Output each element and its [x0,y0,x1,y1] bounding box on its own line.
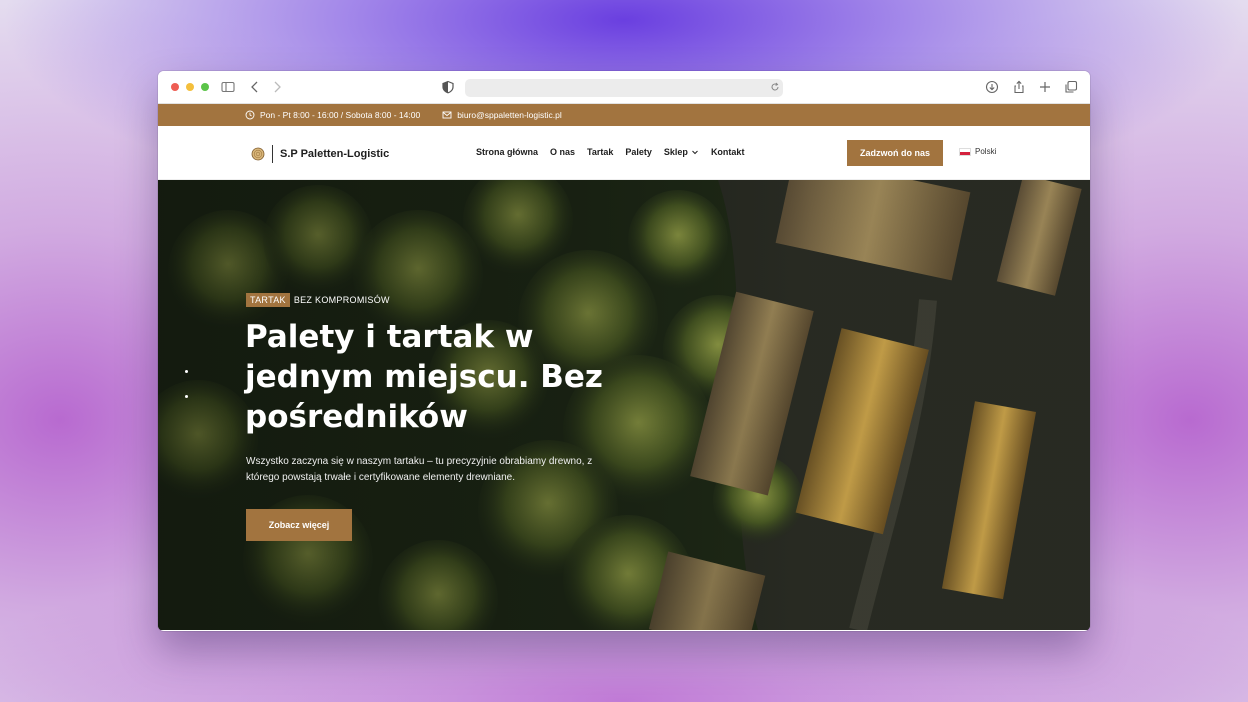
slider-dot[interactable] [185,395,188,398]
sidebar-icon[interactable] [221,80,235,94]
zoom-window-button[interactable] [201,83,209,91]
contact-email-text[interactable]: biuro@sppaletten-logistic.pl [457,110,562,120]
see-more-button[interactable]: Zobacz więcej [246,509,352,541]
nav-pallets[interactable]: Palety [625,147,652,157]
new-tab-icon[interactable] [1038,80,1052,94]
opening-hours: Pon - Pt 8:00 - 16:00 / Sobota 8:00 - 14… [245,110,420,120]
hero-eyebrow-text: BEZ KOMPROMISÓW [293,295,390,305]
hero-headline: Palety i tartak w jednym miejscu. Bez po… [245,319,603,435]
clock-icon [245,110,255,120]
site-logo[interactable]: S.P Paletten-Logistic [251,145,389,163]
nav-sawmill[interactable]: Tartak [587,147,613,157]
log-emblem-icon [251,147,265,161]
logo-divider [272,145,273,163]
hero-section: TARTAK BEZ KOMPROMISÓW Palety i tartak w… [158,180,1090,630]
brand-name: S.P Paletten-Logistic [280,148,390,160]
main-navigation: Strona główna O nas Tartak Palety Sklep … [476,147,744,157]
share-icon[interactable] [1012,80,1026,94]
hero-lead: Wszystko zaczyna się w naszym tartaku – … [246,456,593,483]
contact-email[interactable]: biuro@sppaletten-logistic.pl [442,110,562,120]
nav-shop[interactable]: Sklep [664,147,699,157]
opening-hours-text: Pon - Pt 8:00 - 16:00 / Sobota 8:00 - 14… [260,110,421,120]
reload-icon[interactable] [770,82,780,92]
download-icon[interactable] [985,80,999,94]
browser-window: Pon - Pt 8:00 - 16:00 / Sobota 8:00 - 14… [158,71,1090,631]
call-us-button[interactable]: Zadzwoń do nas [847,140,943,166]
chevron-down-icon [692,150,698,155]
close-window-button[interactable] [171,83,179,91]
back-icon[interactable] [248,80,262,94]
contact-topbar: Pon - Pt 8:00 - 16:00 / Sobota 8:00 - 14… [158,104,1090,126]
slider-dots [185,370,188,398]
nav-home[interactable]: Strona główna [476,147,538,157]
nav-contact[interactable]: Kontakt [711,147,745,157]
mail-icon [442,111,452,119]
window-controls [171,83,209,91]
tabs-overview-icon[interactable] [1064,80,1078,94]
minimize-window-button[interactable] [186,83,194,91]
language-switcher[interactable]: Polski [959,147,996,156]
language-label: Polski [975,147,997,156]
poland-flag-icon [959,147,971,156]
site-header: S.P Paletten-Logistic Strona główna O na… [158,126,1090,180]
nav-shop-label: Sklep [663,147,688,157]
hero-eyebrow: TARTAK BEZ KOMPROMISÓW [246,293,390,307]
browser-toolbar [158,71,1090,104]
address-bar[interactable] [465,79,783,97]
forward-icon[interactable] [270,80,284,94]
shield-icon[interactable] [441,80,455,94]
nav-about[interactable]: O nas [550,147,575,157]
slider-dot[interactable] [185,370,188,373]
hero-tag: TARTAK [246,293,290,307]
